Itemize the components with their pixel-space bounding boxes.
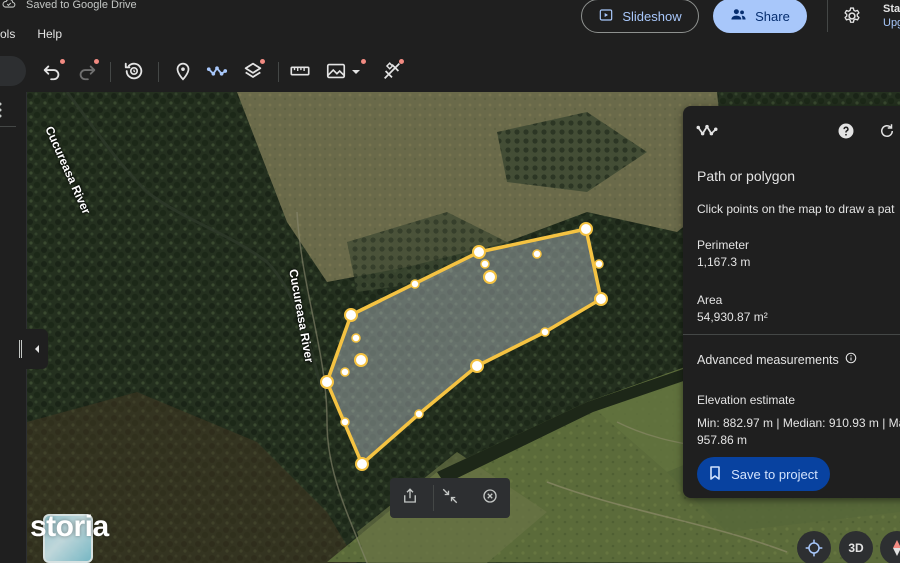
exit-fullscreen-icon[interactable] <box>441 487 459 510</box>
account-area[interactable]: Sta Upg <box>883 2 900 30</box>
overlay-badge <box>361 59 366 64</box>
panel-title: Path or polygon <box>697 168 796 184</box>
undo-icon[interactable] <box>41 60 63 82</box>
divider <box>0 126 16 127</box>
add-overlay-icon[interactable] <box>325 60 347 82</box>
divider <box>433 485 434 511</box>
redo-badge <box>94 59 99 64</box>
toolbar <box>0 52 900 92</box>
search-field[interactable] <box>0 56 26 86</box>
add-placemark-icon[interactable] <box>172 60 194 82</box>
perimeter-label: Perimeter <box>697 238 750 252</box>
vertical-dots-icon <box>0 102 2 118</box>
toolbar-divider <box>278 62 279 82</box>
bookmark-icon <box>709 465 721 483</box>
measure-panel: Path or polygon Click points on the map … <box>683 106 900 498</box>
crosshair-icon <box>805 539 823 557</box>
cloud-check-icon <box>2 0 16 13</box>
slideshow-label: Slideshow <box>622 8 682 24</box>
gear-icon[interactable] <box>842 6 862 26</box>
panel-instruction: Click points on the map to draw a pat <box>697 202 895 216</box>
share-label: Share <box>755 8 790 24</box>
measure-icon[interactable] <box>289 60 311 82</box>
slideshow-button[interactable]: Slideshow <box>581 0 699 33</box>
save-to-project-button[interactable]: Save to project <box>697 457 830 491</box>
save-to-project-label: Save to project <box>731 466 818 482</box>
collapse-panel-button[interactable] <box>26 329 48 369</box>
divider <box>683 334 900 335</box>
undo-badge <box>60 59 65 64</box>
clear-tools-badge <box>399 59 404 64</box>
save-status: Saved to Google Drive <box>2 0 137 13</box>
top-bar: Saved to Google Drive ols Help Slideshow… <box>0 0 900 52</box>
elevation-values: Min: 882.97 m | Median: 910.93 m | Ma <box>697 416 900 430</box>
save-status-text: Saved to Google Drive <box>26 0 137 11</box>
refresh-icon[interactable] <box>878 122 896 145</box>
elevation-values-cont: 957.86 m <box>697 433 748 447</box>
menu-help[interactable]: Help <box>37 27 62 41</box>
upgrade-link[interactable]: Upg <box>883 16 900 30</box>
compass-icon <box>893 540 900 556</box>
area-value: 54,930.87 m² <box>697 310 768 324</box>
historical-imagery-icon[interactable] <box>123 60 145 82</box>
menu-tools[interactable]: ols <box>0 27 15 41</box>
left-sidebar-strip <box>0 92 27 563</box>
path-tool-icon <box>696 124 718 143</box>
slideshow-icon <box>598 7 614 26</box>
account-name: Sta <box>883 3 900 15</box>
view-3d-button[interactable]: 3D <box>839 531 873 563</box>
toolbar-divider <box>158 62 159 82</box>
brand-watermark: storia <box>30 510 109 543</box>
elevation-label: Elevation estimate <box>697 393 796 407</box>
close-circle-icon[interactable] <box>481 487 499 510</box>
help-icon[interactable] <box>837 122 855 145</box>
draw-line-icon[interactable] <box>206 60 228 82</box>
info-icon[interactable] <box>845 352 857 367</box>
area-label: Area <box>697 293 723 307</box>
drag-handle[interactable] <box>19 340 22 358</box>
toolbar-divider <box>110 62 111 82</box>
chevron-left-icon <box>35 345 39 353</box>
chevron-down-icon[interactable] <box>350 60 362 82</box>
layers-badge <box>260 59 265 64</box>
bottom-tools <box>390 478 510 518</box>
advanced-measurements-label: Advanced measurements <box>697 352 839 367</box>
menu-bar: ols Help <box>0 27 62 41</box>
my-location-button[interactable] <box>797 531 831 563</box>
perimeter-value: 1,167.3 m <box>697 255 751 269</box>
share-button[interactable]: Share <box>713 0 807 33</box>
advanced-measurements-toggle[interactable]: Advanced measurements <box>697 352 857 367</box>
divider <box>827 0 828 32</box>
share-icon[interactable] <box>401 487 419 510</box>
people-icon <box>730 6 747 26</box>
